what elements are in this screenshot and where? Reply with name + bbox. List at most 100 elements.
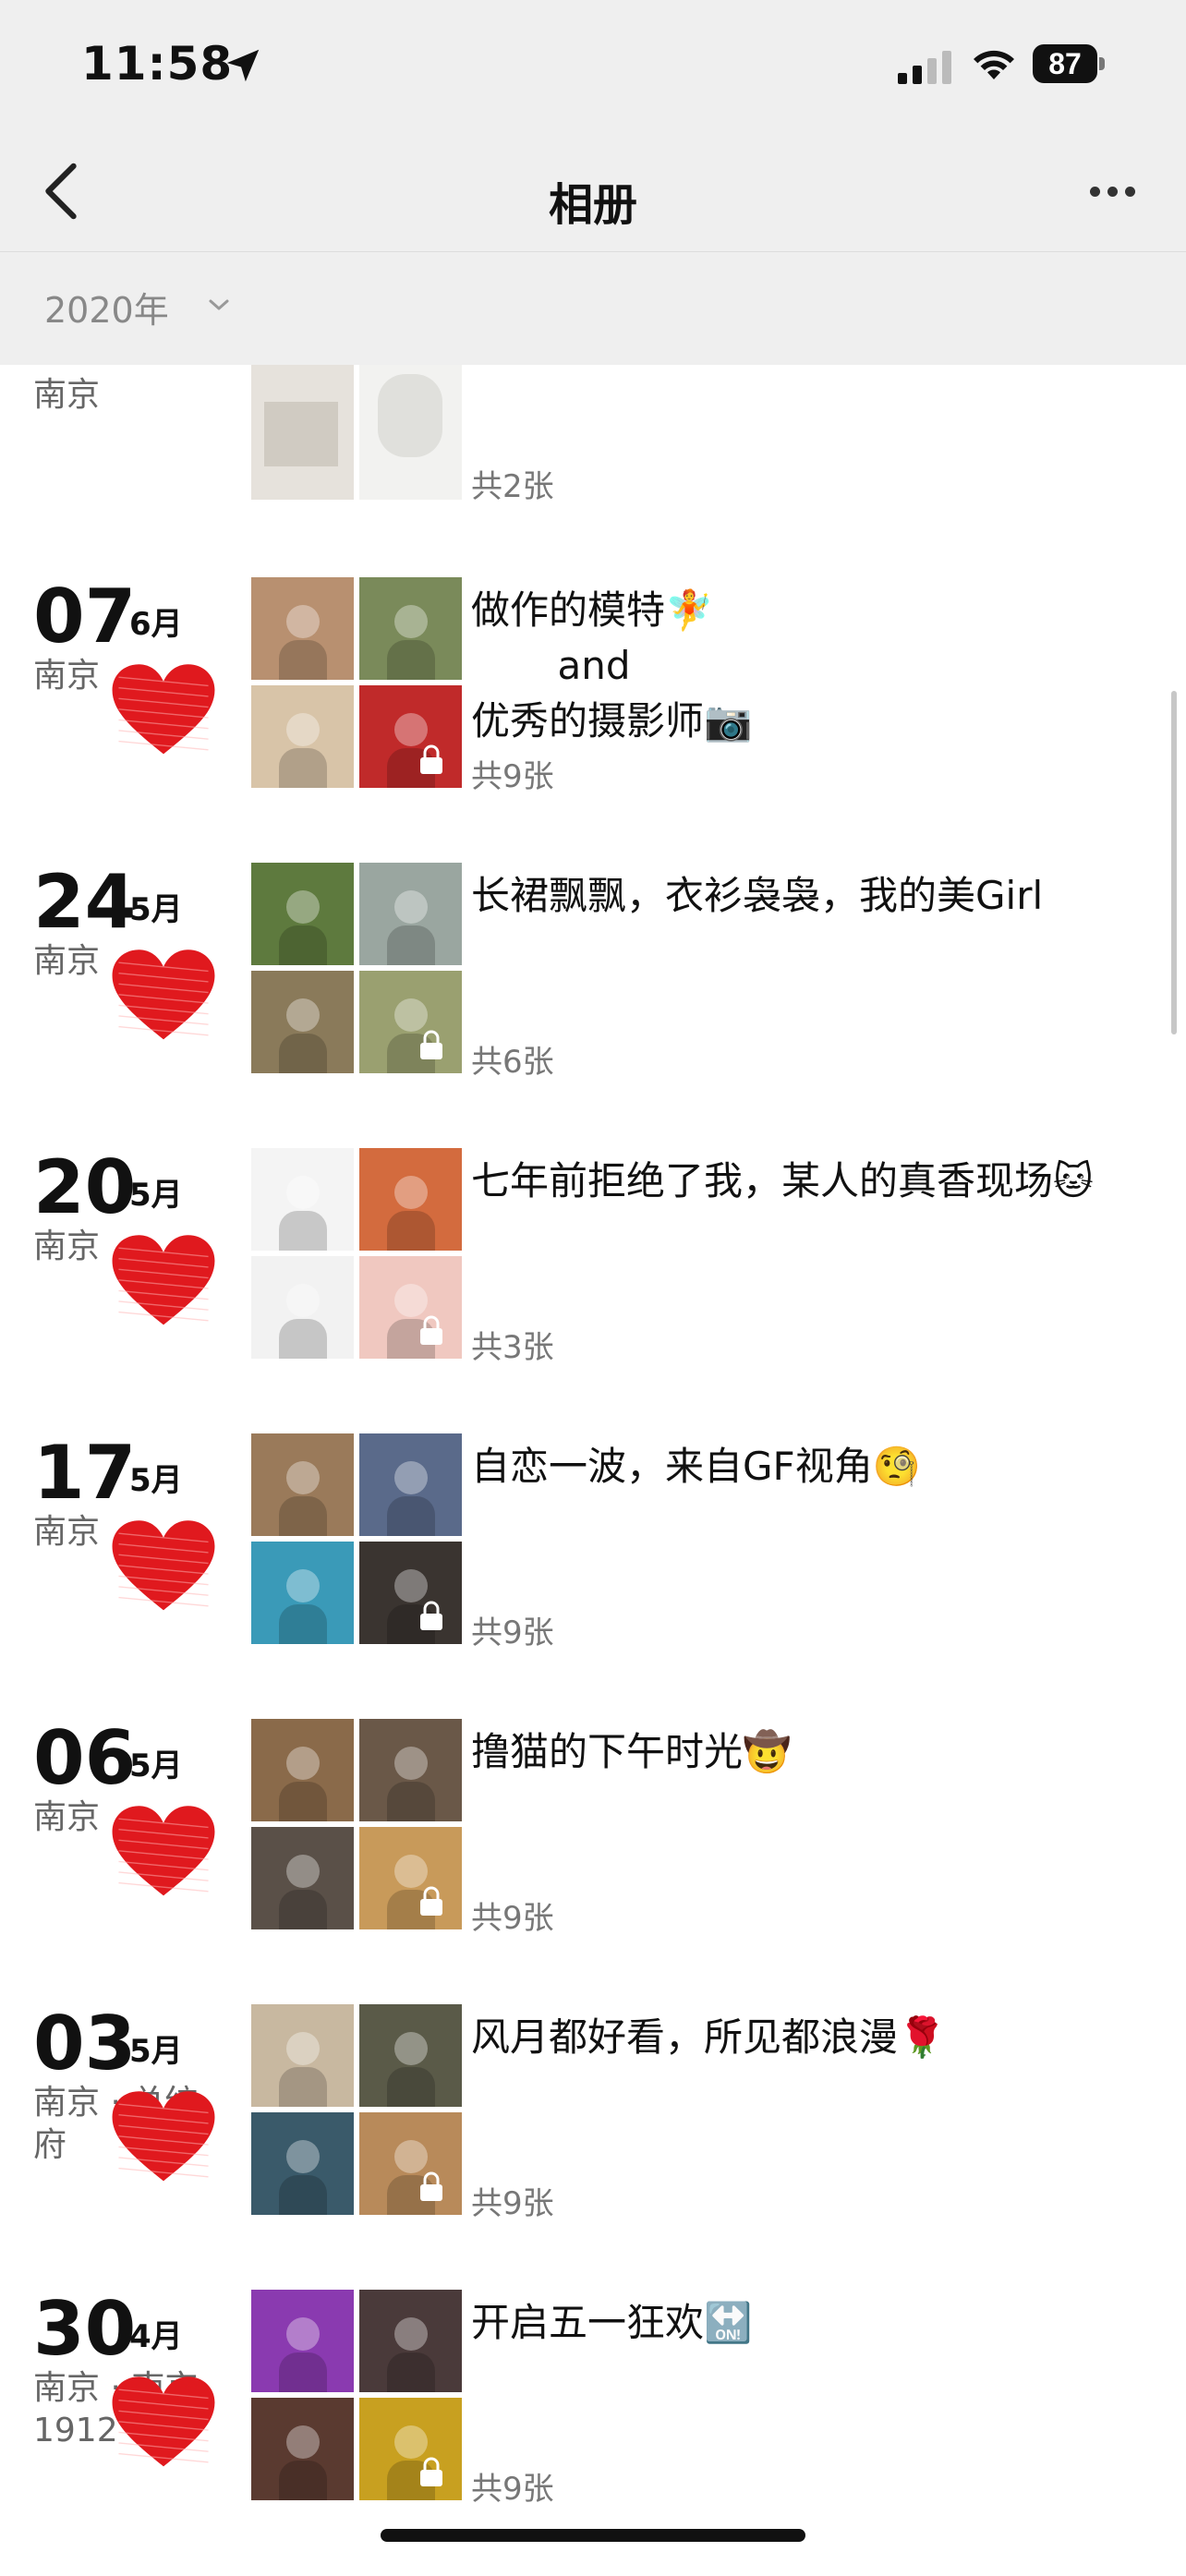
photo-thumbnail[interactable] — [251, 863, 354, 965]
photo-thumbnail[interactable] — [359, 1256, 462, 1359]
photo-grid[interactable] — [251, 863, 462, 1073]
photo-thumbnail[interactable] — [251, 2004, 354, 2107]
photo-grid[interactable] — [251, 2004, 462, 2215]
photo-count: 共2张 — [471, 468, 554, 505]
page-title: 相册 — [548, 179, 637, 231]
lock-icon — [420, 1315, 442, 1345]
photo-thumbnail[interactable] — [359, 1719, 462, 1821]
heart-icon — [112, 1235, 215, 1325]
heart-icon — [112, 1520, 215, 1611]
photo-thumbnail[interactable] — [359, 685, 462, 788]
entry-caption: 自恋一波，来自GF视角🧐 — [471, 1444, 921, 1489]
photo-thumbnail[interactable] — [251, 1827, 354, 1929]
status-time: 11:58 — [81, 37, 234, 91]
status-bar: 11:58 87 — [0, 0, 1186, 139]
entry-month: 5月 — [129, 891, 183, 928]
photo-thumbnail[interactable] — [251, 1542, 354, 1644]
year-filter[interactable]: 2020年 — [44, 282, 169, 333]
photo-thumbnail[interactable] — [359, 2004, 462, 2107]
photo-count: 共9张 — [471, 758, 554, 795]
lock-icon — [420, 744, 442, 774]
album-entry[interactable]: 17 5月 南京 自恋一波，来自GF视角🧐 共9张 — [0, 1433, 1186, 1720]
photo-thumbnail[interactable] — [359, 1542, 462, 1644]
entry-caption: 撸猫的下午时光🤠 — [471, 1729, 792, 1774]
battery-level: 87 — [1033, 44, 1097, 83]
location-arrow-icon — [226, 49, 260, 82]
photo-count: 共9张 — [471, 2471, 554, 2508]
photo-count: 共6张 — [471, 1044, 554, 1081]
partial-thumbnails[interactable] — [251, 365, 462, 500]
photo-count: 共9张 — [471, 1900, 554, 1937]
photo-thumbnail[interactable] — [359, 365, 462, 500]
partial-entry[interactable]: 南京 共2张 — [0, 365, 1186, 505]
heart-icon — [112, 664, 215, 755]
entry-month: 5月 — [129, 1177, 183, 1214]
entry-caption: 七年前拒绝了我，某人的真香现场🐱 — [471, 1158, 1094, 1203]
photo-thumbnail[interactable] — [251, 577, 354, 680]
photo-count: 共3张 — [471, 1329, 554, 1366]
entry-day: 07 — [33, 574, 137, 659]
photo-thumbnail[interactable] — [251, 1256, 354, 1359]
photo-thumbnail[interactable] — [359, 2112, 462, 2215]
entry-day: 30 — [33, 2286, 137, 2372]
lock-icon — [420, 1030, 442, 1059]
chevron-down-icon[interactable] — [205, 294, 233, 316]
album-entry[interactable]: 06 5月 南京 撸猫的下午时光🤠 共9张 — [0, 1719, 1186, 2005]
entry-month: 5月 — [129, 2033, 183, 2070]
entry-day: 06 — [33, 1715, 137, 1801]
photo-grid[interactable] — [251, 1719, 462, 1929]
heart-icon — [112, 1806, 215, 1896]
photo-thumbnail[interactable] — [359, 1433, 462, 1536]
lock-icon — [420, 2171, 442, 2201]
photo-thumbnail[interactable] — [251, 971, 354, 1073]
album-entry[interactable]: 20 5月 南京 七年前拒绝了我，某人的真香现场🐱 共3张 — [0, 1148, 1186, 1434]
lock-icon — [420, 2457, 442, 2486]
entry-month: 5月 — [129, 1462, 183, 1499]
photo-thumbnail[interactable] — [251, 1148, 354, 1251]
scroll-indicator — [1171, 691, 1177, 1034]
photo-grid[interactable] — [251, 1433, 462, 1644]
entry-month: 6月 — [129, 606, 183, 643]
photo-thumbnail[interactable] — [251, 2398, 354, 2500]
heart-icon — [112, 949, 215, 1040]
entry-day: 24 — [33, 859, 137, 945]
album-entry[interactable]: 07 6月 南京 做作的模特🧚 and 优秀的摄影师📷 共9张 — [0, 577, 1186, 864]
photo-thumbnail[interactable] — [359, 863, 462, 965]
entry-month: 4月 — [129, 2318, 183, 2355]
photo-thumbnail[interactable] — [251, 2112, 354, 2215]
photo-grid[interactable] — [251, 577, 462, 788]
photo-thumbnail[interactable] — [251, 2290, 354, 2392]
entry-day: 17 — [33, 1430, 137, 1516]
entry-caption: 做作的模特🧚 and 优秀的摄影师📷 — [471, 587, 753, 744]
entry-day: 03 — [33, 2001, 137, 2086]
battery-icon: 87 — [1033, 44, 1107, 85]
photo-thumbnail[interactable] — [251, 365, 354, 500]
entry-caption: 风月都好看，所见都浪漫🌹 — [471, 2014, 947, 2060]
lock-icon — [420, 1886, 442, 1916]
album-entry[interactable]: 24 5月 南京 长裙飘飘，衣衫袅袅，我的美Girl 共6张 — [0, 863, 1186, 1149]
lock-icon — [420, 1601, 442, 1630]
photo-thumbnail[interactable] — [359, 971, 462, 1073]
photo-count: 共9张 — [471, 2185, 554, 2222]
home-indicator[interactable] — [381, 2529, 805, 2542]
photo-count: 共9张 — [471, 1615, 554, 1651]
photo-thumbnail[interactable] — [359, 1827, 462, 1929]
navigation-bar: 相册 — [0, 139, 1186, 252]
photo-thumbnail[interactable] — [251, 1433, 354, 1536]
photo-thumbnail[interactable] — [251, 685, 354, 788]
photo-grid[interactable] — [251, 1148, 462, 1359]
year-filter-bar: 2020年 — [0, 252, 1186, 365]
entry-caption: 开启五一狂欢🔛 — [471, 2300, 753, 2345]
photo-thumbnail[interactable] — [251, 1719, 354, 1821]
entry-place: 南京 — [33, 376, 101, 414]
entry-month: 5月 — [129, 1748, 183, 1784]
photo-thumbnail[interactable] — [359, 1148, 462, 1251]
signal-icon — [898, 51, 951, 84]
photo-thumbnail[interactable] — [359, 2290, 462, 2392]
photo-thumbnail[interactable] — [359, 577, 462, 680]
photo-thumbnail[interactable] — [359, 2398, 462, 2500]
album-entry[interactable]: 03 5月 南京 · 总统府 风月都好看，所见都浪漫🌹 共9张 — [0, 2004, 1186, 2291]
photo-grid[interactable] — [251, 2290, 462, 2500]
more-icon[interactable] — [1090, 183, 1145, 201]
heart-icon — [112, 2091, 215, 2182]
